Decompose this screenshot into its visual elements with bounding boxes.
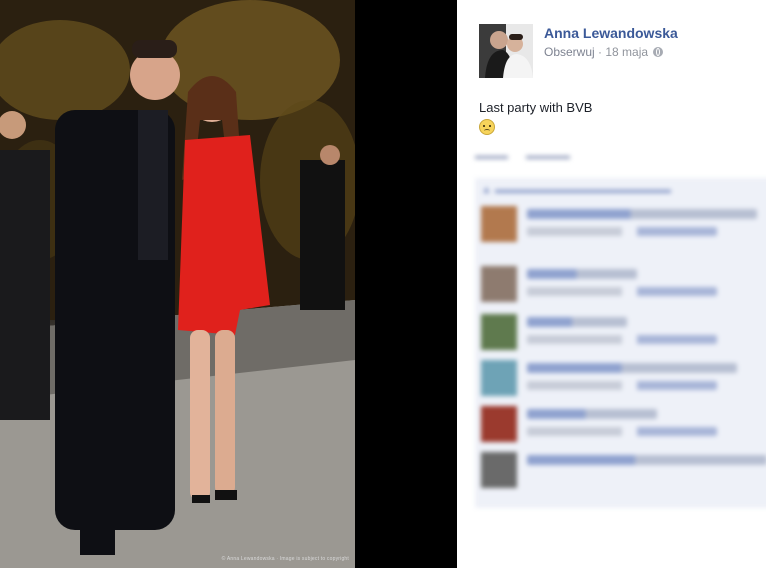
comment-avatar	[481, 360, 517, 396]
globe-icon[interactable]	[653, 47, 664, 57]
comment-text-blur	[527, 409, 657, 419]
comment-text-blur	[527, 269, 637, 279]
blurred-likes-row: ▲ ▬▬▬▬▬▬▬▬▬▬▬▬▬▬▬▬	[481, 184, 671, 196]
comment-item	[481, 452, 766, 498]
comment-meta-blur	[527, 227, 717, 236]
comment-avatar	[481, 206, 517, 242]
comment-meta-blur	[527, 381, 717, 390]
sad-emoji-icon	[479, 119, 495, 135]
post-photo[interactable]: © Anna Lewandowska · Image is subject to…	[0, 0, 355, 568]
author-avatar[interactable]	[479, 24, 533, 78]
comment-text-blur	[527, 455, 766, 465]
comment-meta-blur	[527, 427, 717, 436]
comments-box: ▲ ▬▬▬▬▬▬▬▬▬▬▬▬▬▬▬▬	[475, 178, 766, 508]
follow-button[interactable]: Obserwuj	[544, 45, 595, 59]
author-name[interactable]: Anna Lewandowska	[544, 25, 678, 41]
comment-item	[481, 360, 766, 406]
post-date[interactable]: 18 maja	[605, 45, 648, 59]
comment-item	[481, 314, 766, 360]
meta-separator: ·	[598, 45, 603, 59]
avatar-image	[479, 24, 533, 78]
comment-avatar	[481, 406, 517, 442]
comment-avatar	[481, 314, 517, 350]
post-panel: Anna Lewandowska Obserwuj · 18 maja Last…	[457, 0, 766, 568]
comment-text-blur	[527, 363, 737, 373]
comment-meta-blur	[527, 335, 717, 344]
comment-item	[481, 206, 766, 252]
blurred-action-links: ▬▬▬ ▬▬▬▬	[475, 150, 570, 162]
post-caption: Last party with BVB	[479, 100, 593, 115]
comment-item	[481, 406, 766, 452]
photo-illustration	[0, 0, 355, 568]
post-meta: Obserwuj · 18 maja	[544, 45, 664, 59]
photo-watermark: © Anna Lewandowska · Image is subject to…	[221, 556, 349, 562]
photo-stage: © Anna Lewandowska · Image is subject to…	[0, 0, 457, 568]
comment-item	[481, 266, 766, 312]
blurred-comments-region: ▬▬▬ ▬▬▬▬ ▲ ▬▬▬▬▬▬▬▬▬▬▬▬▬▬▬▬	[475, 150, 766, 510]
comment-text-blur	[527, 317, 627, 327]
comment-avatar	[481, 266, 517, 302]
comment-avatar	[481, 452, 517, 488]
comment-meta-blur	[527, 287, 717, 296]
comment-text-blur	[527, 209, 757, 219]
